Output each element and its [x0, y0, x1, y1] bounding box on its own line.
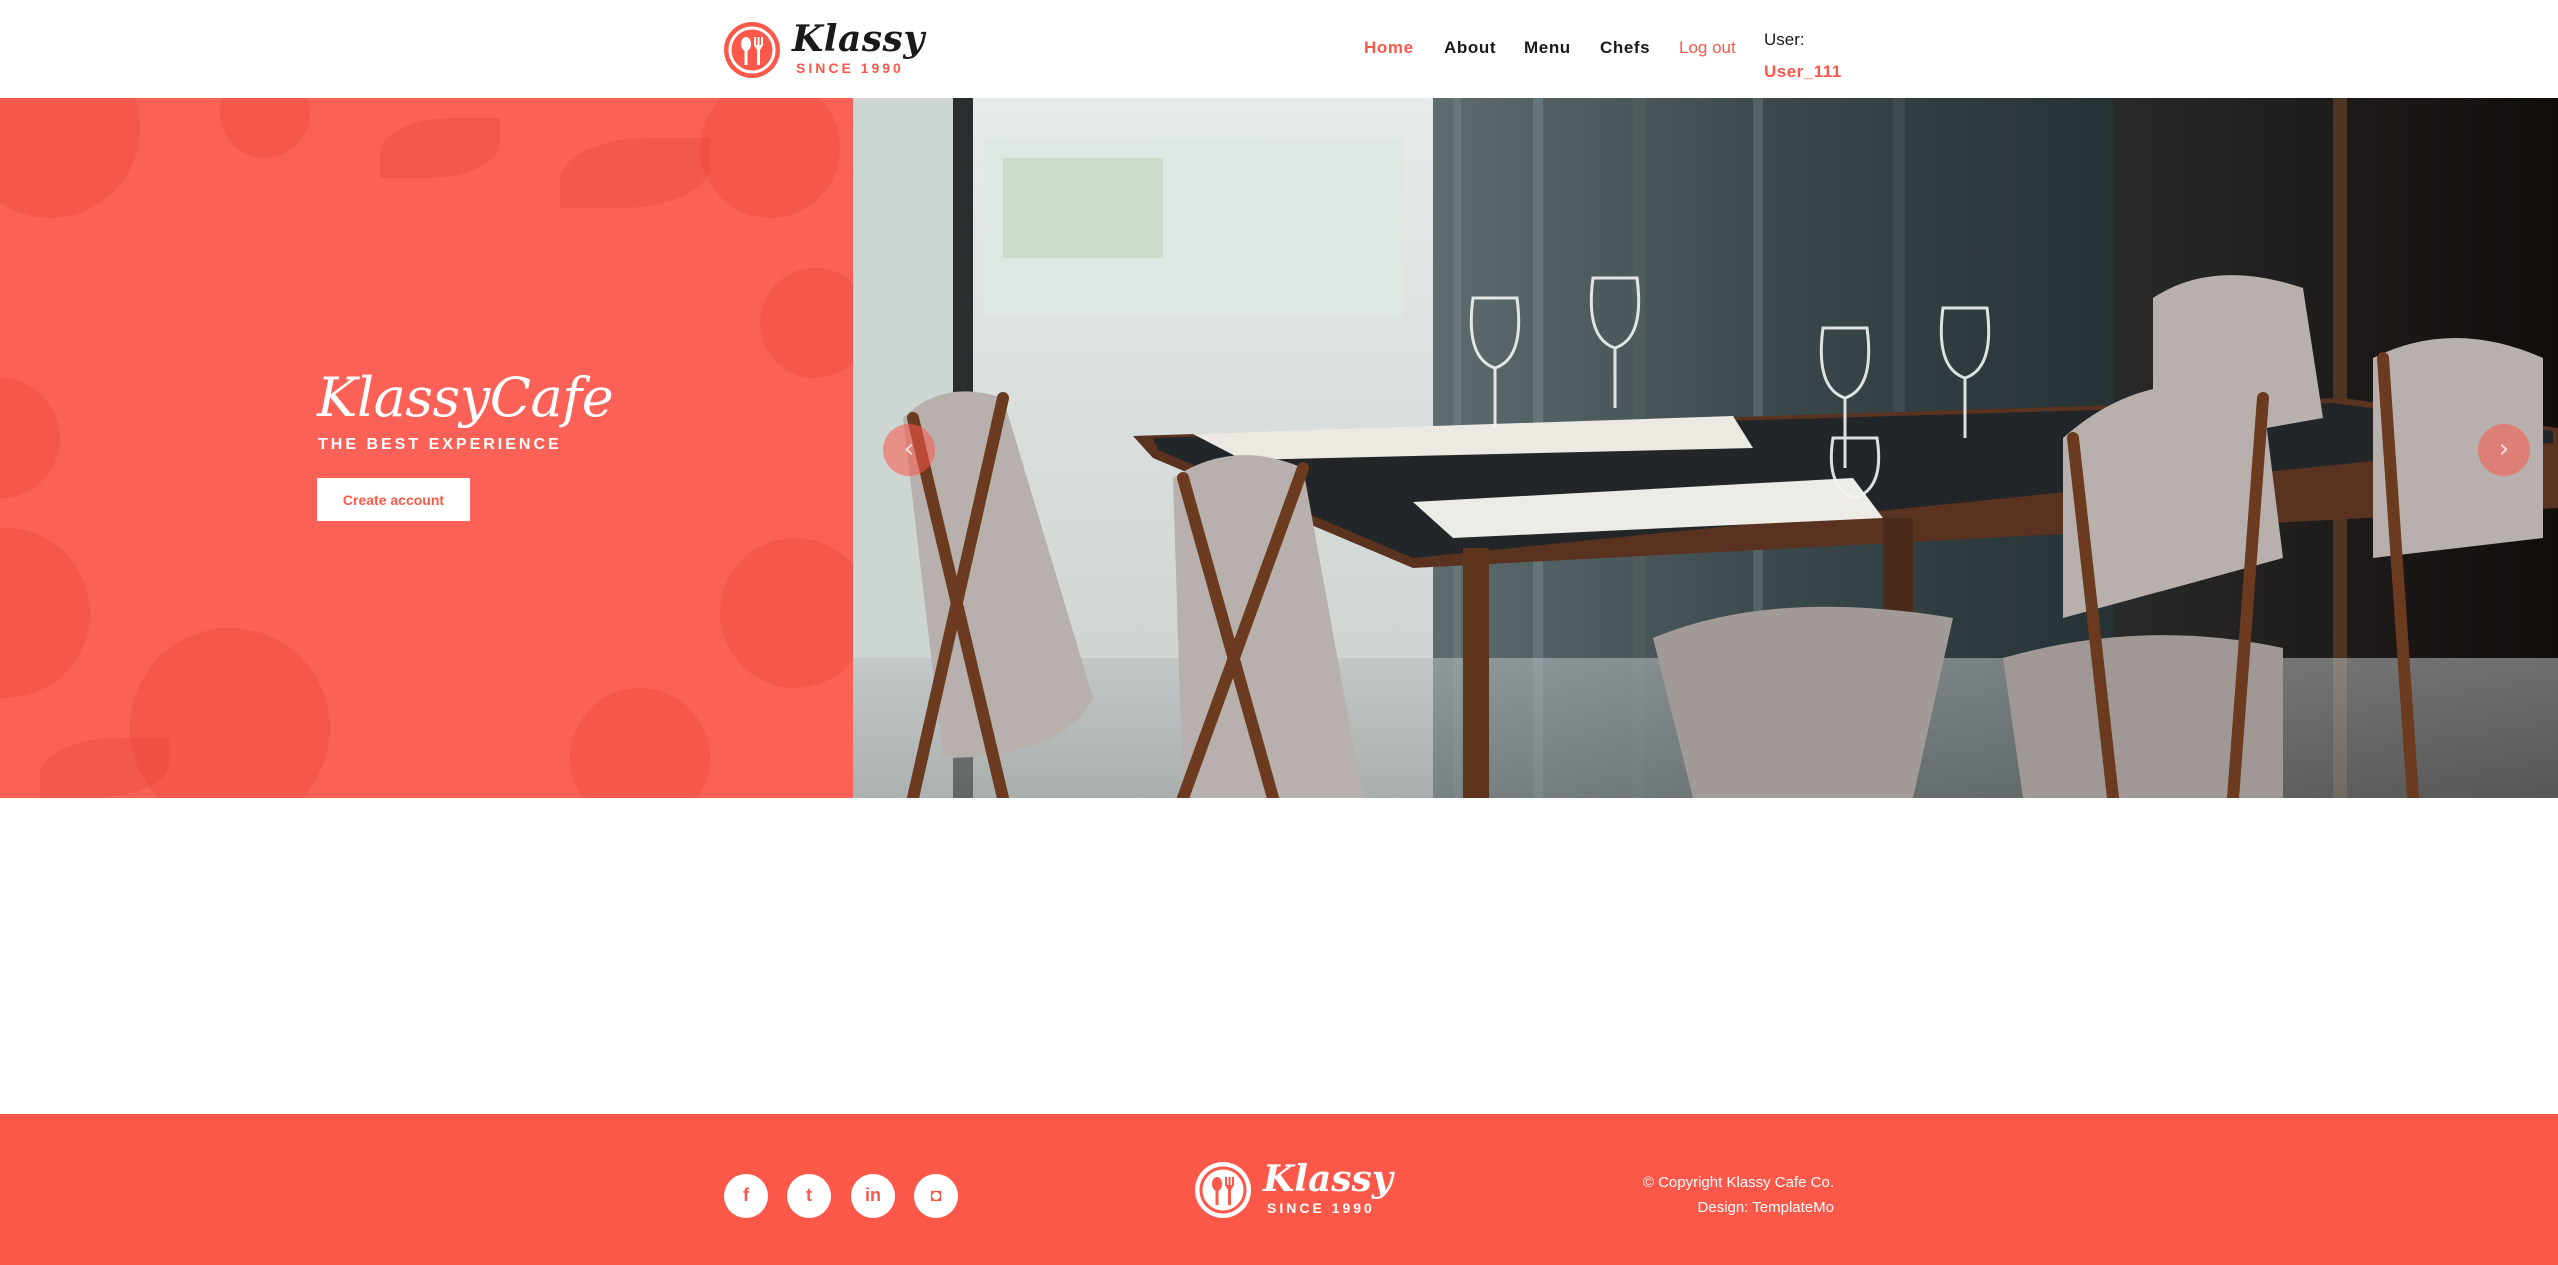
footer-brand-name: Klassy: [1263, 1158, 1393, 1200]
decor-fruit: [0, 98, 140, 218]
spoon-fork-logo-icon: [1195, 1162, 1251, 1218]
decor-leaf: [560, 138, 710, 208]
instagram-link[interactable]: ◘: [914, 1174, 958, 1218]
design-credit: Design: TemplateMo: [1697, 1199, 1834, 1216]
hero-subtitle: THE BEST EXPERIENCE: [318, 436, 562, 453]
footer-credits: © Copyright Klassy Cafe Co. Design: Temp…: [1643, 1170, 1834, 1220]
hero-section: KlassyCafe THE BEST EXPERIENCE Create ac…: [0, 98, 2558, 798]
decor-fruit: [700, 98, 840, 218]
site-header: Klassy SINCE 1990 Home About Menu Chefs …: [0, 0, 2558, 98]
decor-fruit: [220, 98, 310, 158]
decor-leaf: [380, 118, 500, 178]
linkedin-icon: in: [865, 1185, 881, 1205]
logout-link[interactable]: Log out: [1679, 38, 1736, 58]
decor-fruit: [720, 538, 853, 688]
nav-menu[interactable]: Menu: [1524, 38, 1571, 58]
twitter-icon: t: [806, 1185, 812, 1205]
hero-panel: KlassyCafe THE BEST EXPERIENCE Create ac…: [0, 98, 853, 798]
hero-image-restaurant: ‹ ›: [853, 98, 2558, 798]
footer-brand-since: SINCE 1990: [1267, 1200, 1375, 1216]
site-footer: f t in ◘ Klassy SINCE 1990 © Copyright K…: [0, 1114, 2558, 1265]
brand-since: SINCE 1990: [796, 60, 904, 76]
brand-logo[interactable]: Klassy SINCE 1990: [724, 18, 924, 78]
linkedin-link[interactable]: in: [851, 1174, 895, 1218]
chevron-left-icon: ‹: [903, 434, 915, 464]
decor-fruit: [760, 268, 853, 378]
facebook-link[interactable]: f: [724, 1174, 768, 1218]
twitter-link[interactable]: t: [787, 1174, 831, 1218]
footer-logo[interactable]: Klassy SINCE 1990: [1195, 1158, 1393, 1222]
spoon-fork-logo-icon: [724, 22, 780, 78]
copyright-text: © Copyright Klassy Cafe Co.: [1642, 1174, 1834, 1191]
instagram-icon: ◘: [930, 1185, 942, 1205]
nav-about[interactable]: About: [1444, 38, 1496, 58]
carousel-next-button[interactable]: ›: [2478, 424, 2530, 476]
decor-fruit: [0, 528, 90, 698]
create-account-button[interactable]: Create account: [317, 478, 470, 521]
user-name[interactable]: User_111: [1764, 62, 1842, 82]
user-label: User:: [1764, 30, 1805, 49]
chevron-right-icon: ›: [2498, 434, 2510, 464]
carousel-prev-button[interactable]: ‹: [883, 424, 935, 476]
decor-fruit: [570, 688, 710, 798]
nav-home[interactable]: Home: [1364, 38, 1414, 58]
facebook-icon: f: [743, 1185, 749, 1205]
decor-fruit: [0, 378, 60, 498]
hero-title: KlassyCafe: [317, 366, 614, 429]
brand-name: Klassy: [792, 18, 925, 60]
nav-chefs[interactable]: Chefs: [1600, 38, 1650, 58]
